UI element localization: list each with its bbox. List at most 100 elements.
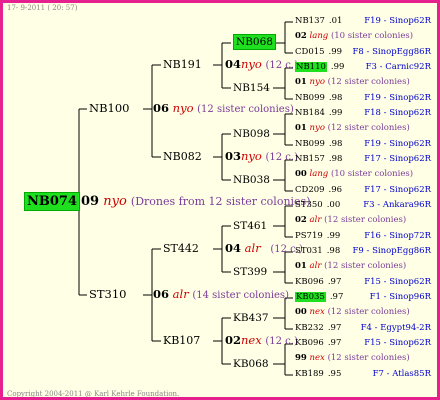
leaf-race: alr [309,215,322,225]
leaf-score: .99 [330,62,345,72]
root-id[interactable]: NB074 [24,192,81,211]
leaf-score: .97 [327,338,342,348]
leaf-row: KB096.97 [295,278,341,287]
leaf-code: F15 - Sinop62R [364,338,431,348]
leaf-code: F3 - Carnic92R [365,62,431,72]
leaf-score: .00 [326,200,341,210]
leaf-note: (12 sister colonies) [324,261,407,271]
timestamp: 17- 9-2011 ( 20: 57) [7,4,78,12]
leaf-score: .96 [328,185,343,195]
leaf-code: F19 - Sinop62R [364,139,431,149]
g3-id[interactable]: ST399 [233,267,267,278]
pedigree-frame: 17- 9-2011 ( 20: 57) NB074 09 nyo (Drone… [0,0,440,400]
leaf-code: F3 - Ankara96R [363,200,431,210]
leaf-row: ST350.00 [295,201,340,210]
g1-id[interactable]: ST310 [89,288,127,301]
leaf-code: F17 - Sinop62R [364,154,431,164]
leaf-id[interactable]: KB035 [295,292,326,302]
leaf-row: 01 nyo (12 sister colonies) [295,124,410,133]
leaf-id[interactable]: NB110 [295,62,327,72]
leaf-score: .99 [328,108,343,118]
leaf-row: KB189.95 [295,370,341,379]
leaf-id[interactable]: NB137 [295,16,325,26]
g2-id[interactable]: NB191 [163,59,202,70]
leaf-note: (12 sister colonies) [327,123,410,133]
g3-id[interactable]: ST461 [233,221,267,232]
g2-info: 02nex (12 c.) [225,333,298,347]
leaf-id[interactable]: NB157 [295,154,325,164]
leaf-row: KB035.97 [295,292,344,302]
g2-info: 03nyo (12 c.) [225,149,298,163]
leaf-gen: 00 [295,307,307,317]
g3-id[interactable]: NB098 [233,129,270,140]
leaf-race: lang [309,169,329,179]
leaf-score: .99 [326,231,341,241]
leaf-id[interactable]: CD015 [295,47,325,57]
leaf-row: KB232.97 [295,324,341,333]
leaf-score: .97 [329,292,344,302]
leaf-row: CD209.96 [295,186,342,195]
leaf-gen: 00 [295,169,307,179]
leaf-row: NB099.98 [295,94,342,103]
leaf-id[interactable]: PS719 [295,231,323,241]
leaf-code: F19 - Sinop62R [364,93,431,103]
g3-id[interactable]: KB068 [233,359,269,370]
leaf-note: (10 sister colonies) [330,31,414,41]
leaf-id[interactable]: ST350 [295,200,323,210]
leaf-code: F1 - Sinop96R [369,292,431,302]
leaf-id[interactable]: ST031 [295,246,323,256]
leaf-row: 02 alr (12 sister colonies) [295,216,406,225]
leaf-id[interactable]: CD209 [295,185,325,195]
g3-id[interactable]: NB038 [233,175,270,186]
leaf-code: F8 - SinopEgg86R [352,47,431,57]
g2-id[interactable]: KB107 [163,335,200,346]
g3-id[interactable]: NB154 [233,83,270,94]
leaf-row: PS719.99 [295,232,340,241]
leaf-code: F16 - Sinop72R [364,231,431,241]
leaf-row: NB157.98 [295,155,342,164]
leaf-id[interactable]: NB099 [295,93,325,103]
leaf-row: 00 lang (10 sister colonies) [295,170,413,179]
g1-id[interactable]: NB100 [89,102,129,115]
leaf-score: .99 [328,47,343,57]
leaf-id[interactable]: KB189 [295,369,324,379]
leaf-score: .98 [326,246,341,256]
leaf-id[interactable]: KB096 [295,338,324,348]
leaf-row: 99 nex (12 sister colonies) [295,354,410,363]
g3-id[interactable]: NB068 [233,34,276,50]
g2-id[interactable]: NB082 [163,151,202,162]
leaf-id[interactable]: KB096 [295,277,324,287]
leaf-note: (12 sister colonies) [327,77,410,87]
leaf-row: KB096.97 [295,339,341,348]
leaf-note: (12 sister colonies) [327,307,410,317]
leaf-code: F4 - Egypt94-2R [360,323,431,333]
leaf-gen: 01 [295,261,307,271]
g1-info: 06 alr (14 sister colonies) [153,287,289,301]
leaf-id[interactable]: NB099 [295,139,325,149]
leaf-code: F19 - Sinop62R [364,16,431,26]
leaf-race: lang [309,31,329,41]
g3-id[interactable]: KB437 [233,313,269,324]
leaf-code: F17 - Sinop62R [364,185,431,195]
leaf-row: CD015.99 [295,48,342,57]
leaf-note: (12 sister colonies) [324,215,407,225]
leaf-id[interactable]: NB184 [295,108,325,118]
leaf-note: (10 sister colonies) [330,169,414,179]
leaf-row: NB137.01 [295,17,342,26]
leaf-score: .97 [327,323,342,333]
leaf-row: 01 alr (12 sister colonies) [295,262,406,271]
leaf-code: F9 - SinopEgg86R [352,246,431,256]
g1-info: 06 nyo (12 sister colonies) [153,101,294,115]
leaf-gen: 02 [295,215,307,225]
leaf-row: NB110.99 [295,62,345,72]
leaf-code: F7 - Atlas85R [372,369,431,379]
leaf-row: 02 lang (10 sister colonies) [295,32,413,41]
root-info: 09 nyo (Drones from 12 sister colonies) [81,194,311,209]
leaf-id[interactable]: KB232 [295,323,324,333]
leaf-code: F15 - Sinop62R [364,277,431,287]
leaf-score: .97 [327,277,342,287]
leaf-row: NB099.98 [295,140,342,149]
leaf-code: F18 - Sinop62R [364,108,431,118]
leaf-score: .01 [328,16,343,26]
g2-id[interactable]: ST442 [163,243,199,254]
